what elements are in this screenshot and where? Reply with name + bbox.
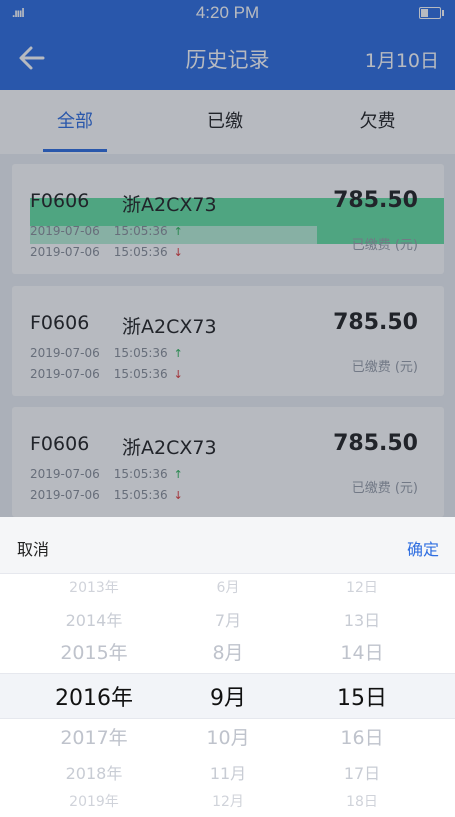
picker-toolbar: 取消 确定 <box>0 517 455 574</box>
history-screen: .ıııl 4:20 PM 历史记录 1月10日 全部 已缴 欠费 F0606 … <box>0 0 455 817</box>
month-option[interactable]: 7月 <box>188 607 268 631</box>
month-option[interactable]: 11月 <box>188 760 268 784</box>
year-option[interactable]: 2013年 <box>0 577 188 597</box>
day-option[interactable]: 17日 <box>268 760 455 784</box>
day-option[interactable]: 16日 <box>268 723 455 750</box>
day-option[interactable]: 13日 <box>268 607 455 631</box>
day-option-selected[interactable]: 15日 <box>268 680 455 712</box>
confirm-button[interactable]: 确定 <box>407 536 439 560</box>
day-option[interactable]: 14日 <box>268 638 455 665</box>
date-picker: 取消 确定 2013年 2014年 2015年 2016年 2017年 2018… <box>0 517 455 817</box>
year-option-selected[interactable]: 2016年 <box>0 680 188 712</box>
month-option[interactable]: 6月 <box>188 577 268 597</box>
year-option[interactable]: 2018年 <box>0 760 188 784</box>
year-wheel[interactable]: 2013年 2014年 2015年 2016年 2017年 2018年 2019… <box>0 573 188 817</box>
month-option[interactable]: 12月 <box>188 791 268 811</box>
month-option-selected[interactable]: 9月 <box>188 680 268 712</box>
month-wheel[interactable]: 6月 7月 8月 9月 10月 11月 12月 <box>188 573 268 817</box>
cancel-button[interactable]: 取消 <box>17 536 49 560</box>
day-option[interactable]: 12日 <box>268 577 455 597</box>
day-option[interactable]: 18日 <box>268 791 455 811</box>
year-option[interactable]: 2019年 <box>0 791 188 811</box>
year-option[interactable]: 2014年 <box>0 607 188 631</box>
year-option[interactable]: 2015年 <box>0 638 188 665</box>
year-option[interactable]: 2017年 <box>0 723 188 750</box>
month-option[interactable]: 10月 <box>188 723 268 750</box>
month-option[interactable]: 8月 <box>188 638 268 665</box>
day-wheel[interactable]: 12日 13日 14日 15日 16日 17日 18日 <box>268 573 455 817</box>
picker-wheels: 2013年 2014年 2015年 2016年 2017年 2018年 2019… <box>0 573 455 817</box>
